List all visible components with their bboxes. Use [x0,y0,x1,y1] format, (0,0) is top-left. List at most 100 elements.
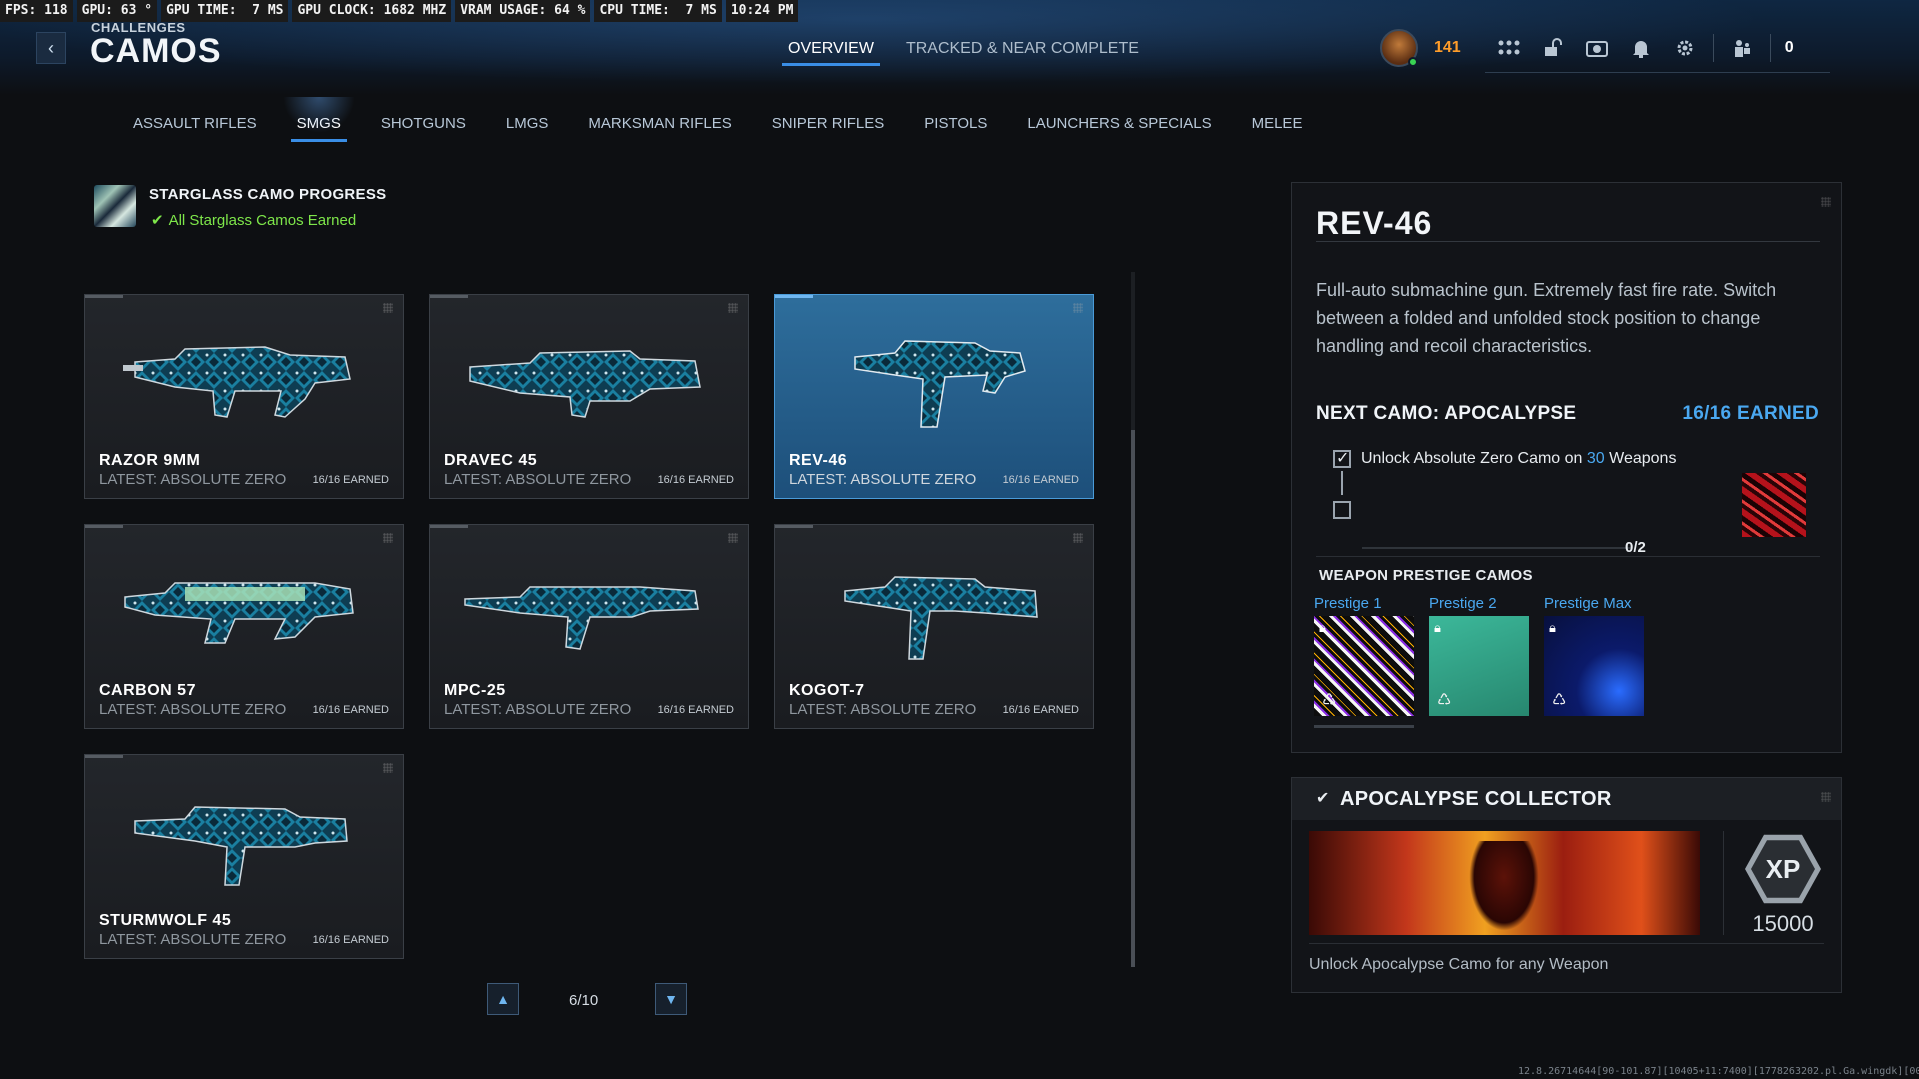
xp-label: XP [1751,840,1815,898]
task-count: 30 [1586,450,1605,467]
weapon-latest-camo: LATEST: ABSOLUTE ZERO [789,471,977,488]
grip-icon [1073,533,1083,543]
divider [1723,831,1724,935]
weapon-card-mpc-25[interactable]: MPC-25 LATEST: ABSOLUTE ZERO 16/16 EARNE… [429,524,749,729]
chevron-up-icon: ▲ [496,991,510,1007]
social-icon[interactable] [1728,34,1756,62]
prestige-label: Prestige Max [1544,595,1632,612]
page-up-button[interactable]: ▲ [487,983,519,1015]
tab-shotguns[interactable]: SHOTGUNS [381,115,466,142]
tab-lmgs[interactable]: LMGS [506,115,549,142]
prestige-selection-bar [1314,725,1414,728]
weapon-image [123,346,351,418]
weapon-latest-camo: LATEST: ABSOLUTE ZERO [789,701,977,718]
tab-smgs[interactable]: SMGS [282,97,356,142]
lock-open-icon[interactable] [1539,34,1567,62]
vram-readout: VRAM USAGE: 64 % [455,0,591,22]
weapon-earned: 16/16 EARNED [312,474,389,486]
task-progress-text: 0/2 [1625,539,1646,556]
weapon-latest-camo: LATEST: ABSOLUTE ZERO [99,471,287,488]
weapon-grid: RAZOR 9MM LATEST: ABSOLUTE ZERO 16/16 EA… [84,294,1094,959]
toolbar-underline [1485,72,1830,73]
tab-overview[interactable]: OVERVIEW [782,40,880,66]
weapon-card-carbon-57[interactable]: CARBON 57 LATEST: ABSOLUTE ZERO 16/16 EA… [84,524,404,729]
starglass-camo-icon [94,185,136,227]
prestige-1-camo[interactable]: Prestige 1 🔒︎ ♺ [1314,595,1414,716]
weapon-latest-camo: LATEST: ABSOLUTE ZERO [99,931,287,948]
weapon-card-sturmwolf-45[interactable]: STURMWOLF 45 LATEST: ABSOLUTE ZERO 16/16… [84,754,404,959]
collector-title: APOCALYPSE COLLECTOR [1340,788,1612,810]
weapon-image [464,586,699,650]
task-connector [1341,471,1343,495]
online-status-dot [1408,57,1418,67]
back-button[interactable]: ‹ [36,32,66,64]
weapon-earned: 16/16 EARNED [312,934,389,946]
build-string: 12.8.26714644[90-101.87][10405+11:7400][… [1518,1066,1919,1077]
next-camo-label: NEXT CAMO: APOCALYPSE [1316,403,1577,424]
prestige-icon: ♺ [1437,692,1452,709]
performance-overlay: FPS: 118 GPU: 63 ° GPU TIME: 7 MS GPU CL… [0,0,802,22]
weapon-card-kogot-7[interactable]: KOGOT-7 LATEST: ABSOLUTE ZERO 16/16 EARN… [774,524,1094,729]
weapon-name: CARBON 57 [99,682,196,699]
tab-sniper-rifles[interactable]: SNIPER RIFLES [772,115,885,142]
starglass-status-text: All Starglass Camos Earned [168,212,357,229]
weapon-earned: 16/16 EARNED [312,704,389,716]
camo-earned-count: 16/16 EARNED [1682,403,1819,424]
gear-icon[interactable] [1671,34,1699,62]
gpu-time-readout: GPU TIME: 7 MS [161,0,289,22]
tab-assault-rifles[interactable]: ASSAULT RIFLES [133,115,257,142]
prestige-label: Prestige 2 [1429,595,1497,612]
weapon-detail-title: REV-46 [1316,205,1433,241]
task-text-prefix: Unlock Absolute Zero Camo on [1361,450,1587,467]
weapon-card-rev-46[interactable]: REV-46 LATEST: ABSOLUTE ZERO 16/16 EARNE… [774,294,1094,499]
camera-icon[interactable] [1583,34,1611,62]
grip-icon [1821,792,1831,802]
divider [1316,556,1820,557]
card-indicator [775,295,813,298]
bell-icon[interactable] [1627,34,1655,62]
tab-melee[interactable]: MELEE [1252,115,1303,142]
xp-amount: 15000 [1752,911,1814,936]
lock-icon: 🔒︎ [1319,620,1326,635]
grip-icon [383,763,393,773]
weapon-image [124,582,354,644]
page-down-button[interactable]: ▼ [655,983,687,1015]
scrollbar-thumb[interactable] [1131,430,1135,967]
camo-task: Unlock Absolute Zero Camo on 30 Weapons [1361,450,1676,468]
prestige-2-camo[interactable]: Prestige 2 🔒︎ ♺ [1429,595,1529,716]
grip-icon [1821,197,1831,207]
weapon-card-razor-9mm[interactable]: RAZOR 9MM LATEST: ABSOLUTE ZERO 16/16 EA… [84,294,404,499]
apocalypse-camo-preview[interactable] [1742,473,1806,537]
xp-badge-icon: XP [1740,831,1826,907]
weapon-latest-camo: LATEST: ABSOLUTE ZERO [444,701,632,718]
tab-marksman-rifles[interactable]: MARKSMAN RIFLES [588,115,731,142]
tab-pistols[interactable]: PISTOLS [924,115,987,142]
weapon-description: Full-auto submachine gun. Extremely fast… [1316,280,1777,356]
prestige-max-camo[interactable]: Prestige Max 🔒︎ ♺ [1544,595,1644,716]
grip-icon [728,533,738,543]
prestige-swatch: 🔒︎ ♺ [1544,616,1644,716]
weapon-card-dravec-45[interactable]: DRAVEC 45 LATEST: ABSOLUTE ZERO 16/16 EA… [429,294,749,499]
fps-readout: FPS: 118 [0,0,73,22]
gpu-clock-readout: GPU CLOCK: 1682 MHZ [292,0,452,22]
card-indicator [430,525,468,528]
tab-tracked[interactable]: TRACKED & NEAR COMPLETE [906,40,1139,66]
grip-icon [383,303,393,313]
grid-icon[interactable] [1495,34,1523,62]
weapon-image [854,340,1026,428]
chevron-down-icon: ▼ [664,991,678,1007]
prestige-camos-title: WEAPON PRESTIGE CAMOS [1319,567,1533,584]
prestige-icon: ♺ [1552,692,1567,709]
collector-description: Unlock Apocalypse Camo for any Weapon [1309,956,1609,973]
divider [1316,241,1820,242]
starglass-title: STARGLASS CAMO PROGRESS [149,186,387,203]
lock-icon: 🔒︎ [1549,620,1556,635]
weapon-earned: 16/16 EARNED [657,474,734,486]
avatar[interactable] [1380,29,1418,67]
category-tabs: ASSAULT RIFLES SMGS SHOTGUNS LMGS MARKSM… [133,97,1303,142]
clock-readout: 10:24 PM [725,0,799,22]
weapon-image [844,576,1038,660]
card-indicator [85,525,123,528]
tab-launchers-specials[interactable]: LAUNCHERS & SPECIALS [1027,115,1211,142]
weapon-name: STURMWOLF 45 [99,912,232,929]
